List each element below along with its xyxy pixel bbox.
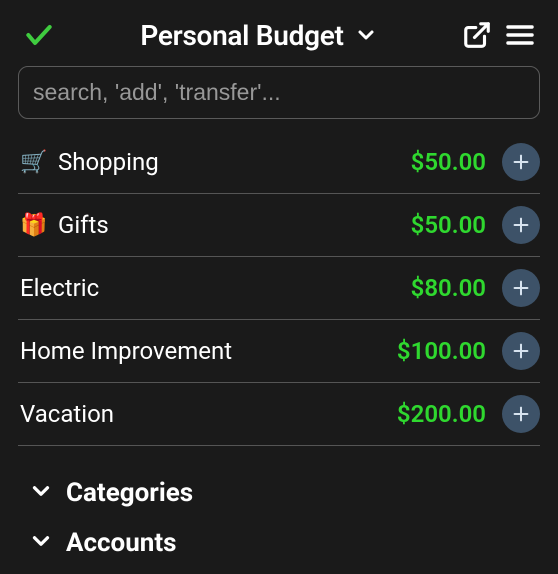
confirm-check-icon[interactable] (22, 18, 56, 52)
budget-row[interactable]: Electric $80.00 (18, 257, 540, 320)
category-label: Vacation (20, 400, 387, 428)
category-amount: $100.00 (397, 337, 486, 365)
add-transaction-button[interactable] (502, 206, 540, 244)
budget-row[interactable]: Home Improvement $100.00 (18, 320, 540, 383)
category-amount: $80.00 (411, 274, 486, 302)
page-title: Personal Budget (140, 19, 343, 52)
category-amount: $50.00 (411, 148, 486, 176)
budget-row[interactable]: Vacation $200.00 (18, 383, 540, 446)
category-label: Shopping (58, 148, 401, 176)
section-toggle[interactable]: Accounts (28, 518, 530, 568)
category-amount: $50.00 (411, 211, 486, 239)
section-toggle[interactable]: Categories (28, 468, 530, 518)
search-input[interactable] (18, 66, 540, 119)
add-transaction-button[interactable] (502, 332, 540, 370)
budget-row[interactable]: 🎁 Gifts $50.00 (18, 194, 540, 257)
section-label: Accounts (66, 528, 177, 558)
add-transaction-button[interactable] (502, 395, 540, 433)
category-label: Home Improvement (20, 337, 387, 365)
category-emoji-icon: 🎁 (20, 213, 48, 238)
add-transaction-button[interactable] (502, 269, 540, 307)
chevron-down-icon (28, 478, 54, 508)
category-label: Gifts (58, 211, 401, 239)
category-label: Electric (20, 274, 401, 302)
chevron-down-icon (354, 23, 378, 47)
chevron-down-icon (28, 528, 54, 558)
category-amount: $200.00 (397, 400, 486, 428)
section-label: Categories (66, 478, 193, 508)
menu-icon[interactable] (504, 19, 536, 51)
external-link-icon[interactable] (462, 20, 492, 50)
budget-row[interactable]: 🛒 Shopping $50.00 (18, 129, 540, 194)
category-emoji-icon: 🛒 (20, 150, 48, 175)
add-transaction-button[interactable] (502, 143, 540, 181)
budget-selector[interactable]: Personal Budget (68, 19, 450, 52)
